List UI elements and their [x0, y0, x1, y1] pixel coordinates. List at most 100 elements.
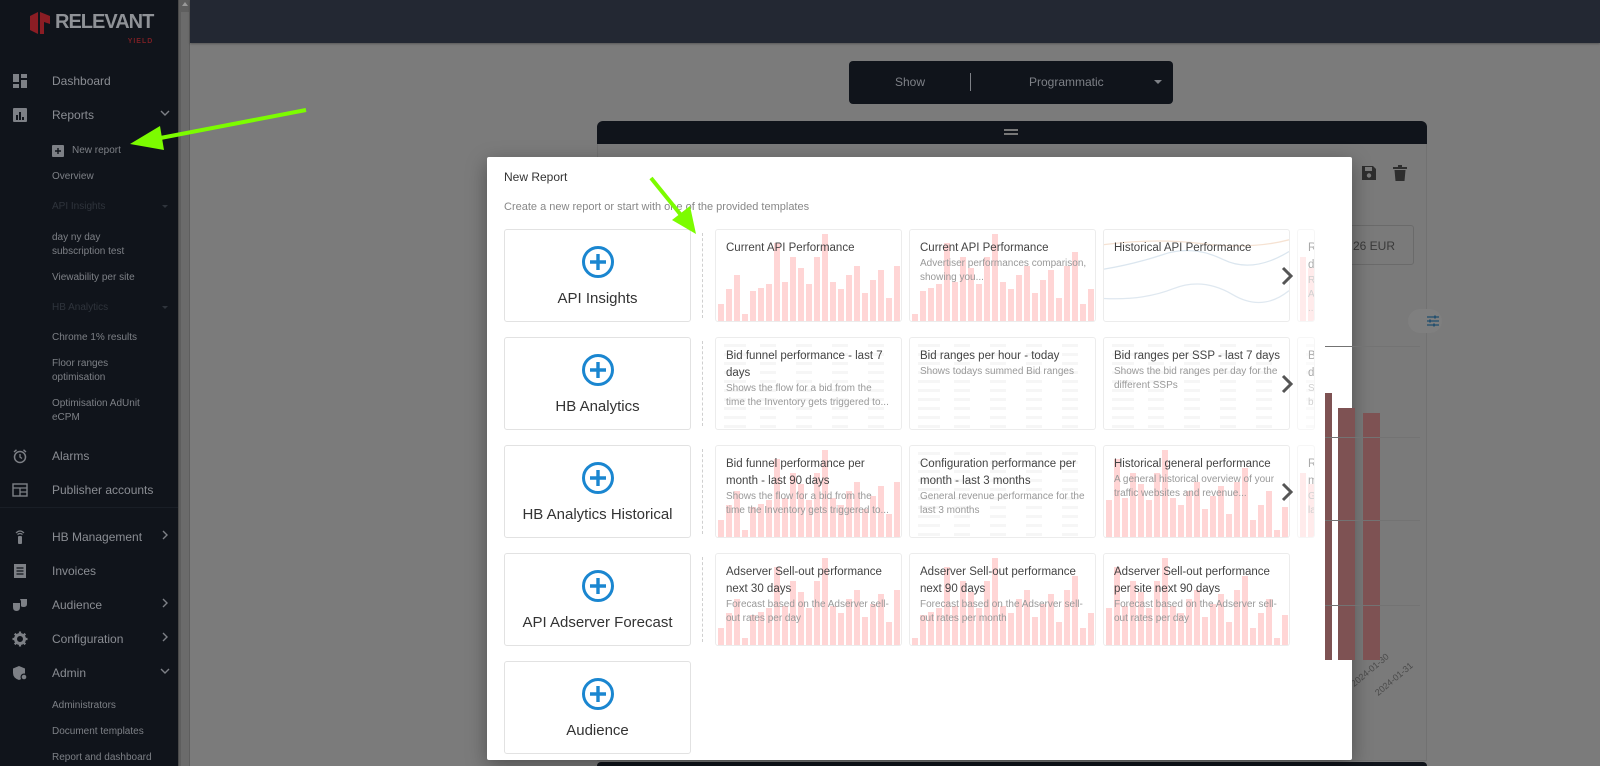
caret-down-icon[interactable]: [1154, 80, 1162, 84]
preview-cell: [832, 344, 848, 347]
sidebar-subitem-viewability[interactable]: Viewability per site: [52, 271, 135, 285]
preview-bar: [1000, 282, 1006, 321]
preview-cell: [868, 344, 884, 347]
sidebar-subitem-document-templates[interactable]: Document templates: [52, 725, 144, 739]
sidebar-subitem-new-report[interactable]: New report: [52, 144, 121, 158]
preview-bar: [894, 590, 900, 645]
sidebar-subitem-chrome[interactable]: Chrome 1% results: [52, 331, 137, 345]
panel-drag-header[interactable]: [597, 121, 1427, 144]
preview-cell: [1184, 407, 1200, 410]
template-card[interactable]: Historical general performance A general …: [1103, 445, 1290, 538]
sidebar-item-dashboard[interactable]: Dashboard: [0, 70, 178, 92]
modal-title: New Report: [504, 170, 568, 184]
category-card[interactable]: HB Analytics: [504, 337, 691, 430]
save-icon[interactable]: [1361, 165, 1377, 181]
preview-bar: [758, 288, 764, 321]
row-divider: [702, 449, 703, 534]
category-card[interactable]: Audience: [504, 661, 691, 754]
preview-bar: [1056, 298, 1062, 321]
template-description: Advertiser performances comparison, show…: [920, 258, 1087, 283]
sidebar-scrollbar[interactable]: [178, 0, 190, 766]
preview-bar: [790, 257, 796, 321]
preview-cell: [990, 452, 1006, 455]
scrollbar-thumb[interactable]: [181, 12, 189, 766]
modal-subtitle: Create a new report or start with one of…: [504, 201, 810, 213]
sidebar-item-reports[interactable]: Reports: [0, 104, 178, 126]
sidebar-item-label: Audience: [52, 598, 103, 612]
drag-handle-icon[interactable]: [1004, 129, 1018, 131]
preview-bar: [912, 314, 918, 321]
template-description: Forecast based on the Adserver sell-out …: [920, 599, 1083, 624]
sidebar-item-alarms[interactable]: Alarms: [0, 445, 178, 467]
preview-bar: [854, 266, 860, 321]
preview-cell: [918, 452, 940, 455]
template-card[interactable]: Bid funnel performance - last 7 days Show…: [715, 337, 902, 430]
template-card[interactable]: Historical API Performance: [1103, 229, 1290, 322]
sidebar-group-hb-analytics[interactable]: HB Analytics: [52, 301, 172, 315]
template-card[interactable]: Bid ranges per SSP - last 7 days Shows th…: [1103, 337, 1290, 430]
preview-bar: [1178, 505, 1184, 537]
sidebar-subitem-day-by-day[interactable]: day ny day subscription test: [52, 231, 124, 259]
preview-bar: [750, 291, 756, 321]
preview-bar: [928, 288, 934, 321]
template-card[interactable]: Current API Performance: [715, 229, 902, 322]
preview-bar: [1300, 257, 1306, 321]
sidebar-group-api-insights[interactable]: API Insights: [52, 200, 172, 214]
show-divider: [970, 73, 971, 91]
sidebar-subitem-report-dashboard[interactable]: Report and dashboard: [52, 751, 152, 765]
template-description: Forecast based on the Adserver sell-out …: [726, 599, 889, 624]
template-title: Historical API Performance: [1114, 242, 1252, 254]
template-card[interactable]: Adserver Sell-out performance per site n…: [1103, 553, 1290, 646]
sidebar-subitem-label-line1: Floor ranges: [52, 358, 109, 369]
template-card[interactable]: Adserver Sell-out performance next 90 da…: [909, 553, 1096, 646]
preview-bar: [1088, 289, 1094, 321]
sidebar-item-admin[interactable]: Admin: [0, 662, 178, 684]
sidebar-item-publisher-accounts[interactable]: Publisher accounts: [0, 479, 178, 501]
background-panel-next-header: [597, 762, 1427, 766]
category-card[interactable]: API Adserver Forecast: [504, 553, 691, 646]
shield-user-icon: [13, 666, 28, 681]
preview-cell: [1306, 416, 1314, 419]
category-card[interactable]: HB Analytics Historical: [504, 445, 691, 538]
category-card[interactable]: API Insights: [504, 229, 691, 322]
sidebar-item-label: Publisher accounts: [52, 483, 154, 497]
template-title: Current API Performance: [726, 242, 855, 254]
new-report-modal: New Report Create a new report or start …: [487, 157, 1352, 760]
preview-cell: [1062, 398, 1078, 401]
template-title: Historical general performance: [1114, 458, 1271, 470]
template-card[interactable]: Br... da...Sh... br...: [1297, 337, 1315, 430]
sidebar-subitem-administrators[interactable]: Administrators: [52, 699, 116, 713]
sidebar-subitem-overview[interactable]: Overview: [52, 170, 94, 184]
preview-bar: [846, 275, 852, 321]
preview-bar: [838, 289, 844, 321]
preview-cell: [918, 524, 940, 527]
trash-icon[interactable]: [1393, 165, 1407, 181]
template-card[interactable]: Adserver Sell-out performance next 30 da…: [715, 553, 902, 646]
template-card[interactable]: Bid ranges per hour - today Shows todays …: [909, 337, 1096, 430]
preview-bar: [1106, 500, 1112, 537]
preview-bar: [920, 291, 926, 321]
preview-bar: [1088, 613, 1094, 645]
preview-cell: [954, 425, 970, 428]
sidebar-subitem-floor-ranges[interactable]: Floor ranges optimisation: [52, 357, 108, 385]
sidebar-subitem-optimisation[interactable]: Optimisation AdUnit eCPM: [52, 397, 140, 425]
brand-logo[interactable]: RELEVANT YIELD: [28, 10, 154, 45]
scroll-up-arrow-icon[interactable]: [182, 2, 188, 6]
template-description: General revenue performance for the last…: [920, 491, 1085, 516]
show-filter-bar[interactable]: Show Programmatic: [849, 61, 1173, 104]
plus-circle-icon: [582, 570, 614, 602]
sidebar-item-invoices[interactable]: Invoices: [0, 560, 178, 582]
preview-bar: [1274, 638, 1280, 645]
preview-cell: [760, 416, 776, 419]
template-card[interactable]: Current API Performance Advertiser perfor…: [909, 229, 1096, 322]
preview-cell: [918, 407, 940, 410]
template-card[interactable]: Re... da...Re... A ...: [1297, 229, 1315, 322]
sidebar-item-hb-management[interactable]: HB Management: [0, 526, 178, 548]
template-card[interactable]: Configuration performance per month - la…: [909, 445, 1096, 538]
template-card[interactable]: Bid funnel performance per month - last …: [715, 445, 902, 538]
sidebar-item-configuration[interactable]: Configuration: [0, 628, 178, 650]
sidebar-item-audience[interactable]: Audience: [0, 594, 178, 616]
template-card[interactable]: Re... mo...Ge... las...: [1297, 445, 1315, 538]
show-select-value[interactable]: Programmatic: [1029, 75, 1104, 89]
filter-settings-button[interactable]: [1408, 309, 1442, 333]
